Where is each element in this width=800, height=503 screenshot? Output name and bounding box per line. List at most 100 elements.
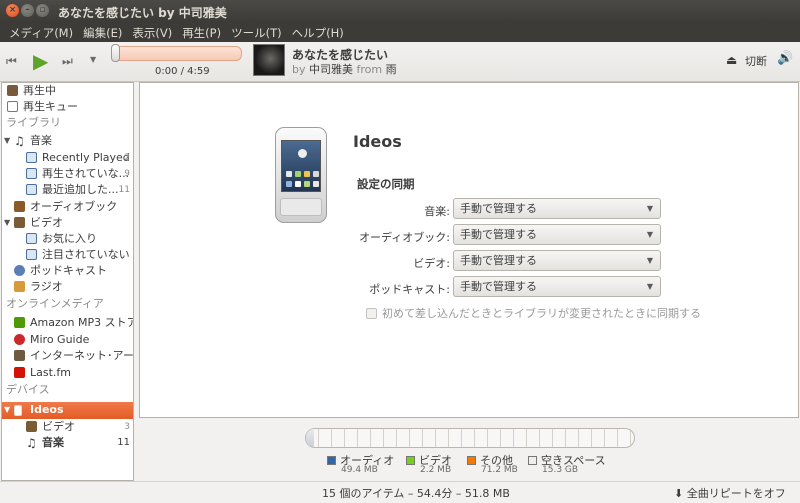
sidebar-item-lastfm[interactable]: Last.fm bbox=[2, 365, 133, 381]
previous-track-icon[interactable]: ⏮ bbox=[6, 54, 17, 69]
sidebar-item-amazon[interactable]: Amazon MP3 ストア bbox=[2, 315, 133, 331]
music-sync-label: 音楽: bbox=[424, 205, 450, 218]
video-sync-select[interactable]: 手動で管理する ▼ bbox=[453, 250, 661, 271]
podcast-sync-select[interactable]: 手動で管理する ▼ bbox=[453, 276, 661, 297]
chevron-down-icon: ▼ bbox=[646, 282, 653, 291]
now-playing-album: 雨 bbox=[385, 63, 397, 76]
minimize-window-button[interactable]: – bbox=[21, 4, 34, 17]
podcast-sync-label: ポッドキャスト: bbox=[369, 283, 450, 296]
play-icon[interactable]: ▶ bbox=[33, 49, 48, 73]
film-icon bbox=[26, 421, 37, 432]
menu-playback[interactable]: 再生(P) bbox=[177, 22, 226, 42]
device-name-heading: Ideos bbox=[353, 132, 402, 151]
devices-header: デバイス bbox=[6, 383, 50, 396]
menu-media[interactable]: メディア(M) bbox=[4, 22, 78, 42]
sync-settings-heading: 設定の同期 bbox=[357, 177, 415, 191]
seek-handle[interactable] bbox=[111, 44, 120, 62]
playlist-icon bbox=[26, 233, 37, 244]
sidebar-item-video[interactable]: ▼ ビデオ bbox=[2, 215, 133, 231]
film-icon bbox=[14, 217, 25, 228]
eject-icon[interactable]: ⏏ bbox=[726, 53, 737, 67]
auto-sync-checkbox[interactable] bbox=[366, 308, 377, 319]
sidebar-item-radio[interactable]: ラジオ bbox=[2, 279, 133, 295]
sidebar-item-internet-archive[interactable]: インターネット･アー... bbox=[2, 348, 133, 364]
now-playing-icon bbox=[7, 85, 18, 96]
sidebar: 再生中 再生キュー ライブラリ ▼ ♫ 音楽 Recently Played 2… bbox=[1, 82, 134, 481]
sidebar-item-audiobooks[interactable]: オーディオブック bbox=[2, 199, 133, 215]
now-playing-subtitle: by 中司雅美 from 雨 bbox=[292, 61, 397, 77]
audiobook-sync-label: オーディオブック: bbox=[359, 231, 450, 244]
music-note-icon: ♫ bbox=[26, 436, 37, 450]
title-bar: × – ▫ あなたを感じたい by 中司雅美 bbox=[0, 0, 800, 22]
legend-swatch bbox=[327, 456, 336, 465]
album-art bbox=[253, 44, 285, 76]
legend-free-space: 空きスペース 15.3 GB bbox=[528, 452, 606, 475]
sidebar-item-unwatched[interactable]: 注目されていない bbox=[2, 247, 133, 263]
sidebar-item-queue[interactable]: 再生キュー bbox=[2, 99, 133, 115]
music-note-icon: ♫ bbox=[14, 134, 25, 148]
expand-arrow-icon[interactable]: ▼ bbox=[4, 133, 10, 149]
sidebar-item-podcasts[interactable]: ポッドキャスト bbox=[2, 263, 133, 279]
expand-arrow-icon[interactable]: ▼ bbox=[4, 402, 10, 418]
sidebar-item-device[interactable]: ▼ Ideos bbox=[2, 402, 133, 419]
menu-view[interactable]: 表示(V) bbox=[127, 22, 177, 42]
playlist-icon bbox=[26, 249, 37, 260]
sidebar-item-favorites[interactable]: お気に入り bbox=[2, 231, 133, 247]
audiobook-sync-select[interactable]: 手動で管理する ▼ bbox=[453, 224, 661, 245]
legend-swatch bbox=[406, 456, 415, 465]
eject-button[interactable]: 切断 bbox=[745, 53, 767, 69]
expand-arrow-icon[interactable]: ▼ bbox=[4, 215, 10, 231]
video-sync-label: ビデオ: bbox=[413, 257, 450, 270]
maximize-window-button[interactable]: ▫ bbox=[36, 4, 49, 17]
chevron-down-icon: ▼ bbox=[646, 230, 653, 239]
from-word: from bbox=[356, 63, 383, 76]
queue-icon bbox=[7, 101, 18, 112]
phone-device-icon bbox=[275, 127, 327, 223]
online-media-header: オンラインメディア bbox=[6, 297, 104, 310]
legend-swatch bbox=[467, 456, 476, 465]
auto-sync-option[interactable]: 初めて差し込んだときとライブラリが変更されたときに同期する bbox=[366, 305, 701, 321]
menu-help[interactable]: ヘルプ(H) bbox=[287, 22, 349, 42]
radio-icon bbox=[14, 281, 25, 292]
capacity-bar bbox=[305, 428, 635, 448]
legend-swatch bbox=[528, 456, 537, 465]
sidebar-item-device-video[interactable]: ビデオ 3 bbox=[2, 419, 133, 435]
sidebar-item-music[interactable]: ▼ ♫ 音楽 bbox=[2, 133, 133, 149]
close-window-button[interactable]: × bbox=[6, 4, 19, 17]
menu-tools[interactable]: ツール(T) bbox=[226, 22, 287, 42]
volume-icon[interactable]: 🔊 bbox=[777, 51, 793, 66]
now-playing-artist: 中司雅美 bbox=[309, 63, 353, 76]
legend-other: その他 71.2 MB bbox=[467, 452, 518, 475]
playlist-icon bbox=[26, 152, 37, 163]
repeat-toggle[interactable]: ⬇ 全曲リピートをオフ(O) bbox=[674, 485, 800, 503]
miro-icon bbox=[14, 334, 25, 345]
playlist-icon bbox=[26, 184, 37, 195]
archive-icon bbox=[14, 350, 25, 361]
auto-sync-label: 初めて差し込んだときとライブラリが変更されたときに同期する bbox=[382, 307, 701, 320]
library-summary: 15 個のアイテム – 54.4分 – 51.8 MB bbox=[322, 487, 510, 500]
phone-screen bbox=[281, 140, 321, 192]
library-header: ライブラリ bbox=[6, 116, 61, 129]
playback-time: 0:00 / 4:59 bbox=[155, 66, 210, 77]
sidebar-item-not-played[interactable]: 再生されていな... 9 bbox=[2, 166, 133, 182]
menu-bar: メディア(M) 編集(E) 表示(V) 再生(P) ツール(T) ヘルプ(H) bbox=[0, 22, 800, 42]
chevron-down-icon: ▼ bbox=[646, 256, 653, 265]
sidebar-item-device-music[interactable]: ♫ 音楽 11 bbox=[2, 435, 133, 451]
arrow-down-icon: ⬇ bbox=[674, 487, 684, 500]
audiobook-icon bbox=[14, 201, 25, 212]
sidebar-item-recently-played[interactable]: Recently Played 2 bbox=[2, 150, 133, 166]
legend-video: ビデオ 2.2 MB bbox=[406, 452, 452, 475]
sidebar-item-recently-added[interactable]: 最近追加した... 11 bbox=[2, 182, 133, 198]
capacity-used-segment bbox=[306, 429, 314, 447]
phone-icon bbox=[14, 405, 22, 416]
amazon-icon bbox=[14, 317, 25, 328]
sidebar-item-now-playing[interactable]: 再生中 bbox=[2, 83, 133, 99]
sidebar-item-miro[interactable]: Miro Guide bbox=[2, 332, 133, 348]
menu-edit[interactable]: 編集(E) bbox=[78, 22, 127, 42]
next-track-icon[interactable]: ⏭ bbox=[62, 54, 73, 69]
playlist-icon bbox=[26, 168, 37, 179]
seek-bar[interactable] bbox=[112, 46, 242, 61]
legend-audio: オーディオ 49.4 MB bbox=[327, 452, 394, 475]
next-dropdown-icon[interactable]: ▼ bbox=[90, 55, 96, 64]
music-sync-select[interactable]: 手動で管理する ▼ bbox=[453, 198, 661, 219]
